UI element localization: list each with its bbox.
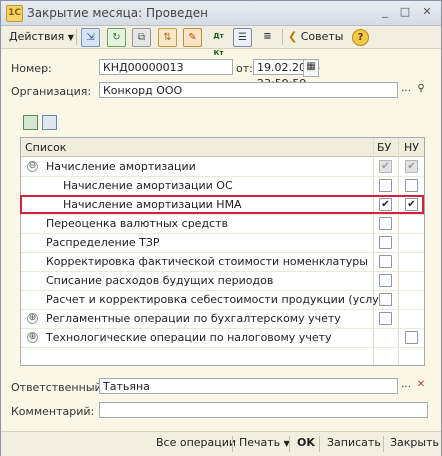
table-row[interactable]: Переоценка валютных средств	[21, 214, 424, 234]
table-row[interactable]: Корректировка фактической стоимости номе…	[21, 252, 424, 272]
row-label: Переоценка валютных средств	[46, 217, 228, 230]
list-icon[interactable]: ≡	[259, 28, 276, 45]
row-label: Регламентные операции по бухгалтерскому …	[46, 312, 341, 325]
bu-checkbox[interactable]	[379, 274, 392, 287]
column-header-bu: БУ	[377, 141, 392, 154]
bu-checkbox[interactable]	[379, 236, 392, 249]
responsible-field[interactable]: Татьяна	[99, 378, 398, 394]
close-icon[interactable]: ✕	[420, 5, 434, 19]
bottom-bar: Все операции Печать ▼ OK Записать Закрыт…	[1, 431, 441, 456]
dt-kt-icon[interactable]: Дт Кт	[209, 28, 228, 57]
copy-icon[interactable]: ⧉	[132, 28, 151, 47]
check-all-icon[interactable]	[23, 115, 38, 130]
bottom-separator	[319, 436, 320, 452]
document-window: 1С Закрытие месяца: Проведен _ □ ✕ Дейст…	[0, 0, 442, 456]
organization-label: Организация:	[11, 85, 92, 98]
minimize-icon[interactable]: _	[378, 5, 392, 19]
based-on-icon[interactable]: ✎	[183, 28, 202, 47]
expand-icon[interactable]: ⊕	[27, 332, 38, 343]
responsible-label: Ответственный:	[11, 381, 106, 394]
clear-icon[interactable]: ✕	[414, 378, 428, 394]
all-operations-button[interactable]: Все операции	[156, 436, 236, 449]
save-button[interactable]: Записать	[327, 436, 381, 449]
table-row[interactable]: Распределение ТЗР	[21, 233, 424, 253]
comment-field[interactable]	[99, 402, 428, 418]
nu-checkbox[interactable]: ✔	[405, 160, 418, 173]
table-row[interactable]: Начисление амортизации ОС	[21, 176, 424, 196]
help-icon[interactable]: ?	[352, 29, 369, 46]
column-header-list: Список	[25, 141, 67, 154]
selected-row-highlight	[20, 195, 424, 214]
bu-checkbox[interactable]	[379, 293, 392, 306]
post-document-icon[interactable]: ⇲	[81, 28, 100, 47]
app-icon: 1С	[6, 5, 23, 22]
toolbar-separator	[282, 29, 283, 45]
collapse-icon[interactable]: ⊖	[27, 161, 38, 172]
comment-label: Комментарий:	[11, 405, 95, 418]
toolbar: Действия ▼ ⇲ ↻ ⧉ ⇅ ✎ Дт Кт ☰ ≡ ❮ Советы …	[1, 26, 441, 57]
select-ellipsis-icon[interactable]: …	[399, 378, 413, 394]
nu-checkbox[interactable]	[405, 331, 418, 344]
ok-button[interactable]: OK	[297, 436, 315, 449]
bottom-separator	[232, 436, 233, 452]
table-row[interactable]: Списание расходов будущих периодов	[21, 271, 424, 291]
calendar-icon[interactable]: ▦	[303, 59, 319, 77]
number-label: Номер:	[11, 62, 52, 75]
print-label: Печать	[239, 436, 281, 449]
structure-icon[interactable]: ⇅	[158, 28, 177, 47]
bottom-separator	[383, 436, 384, 452]
search-icon[interactable]: ⚲	[414, 82, 428, 98]
row-label: Расчет и корректировка себестоимости про…	[46, 293, 389, 306]
row-label: Распределение ТЗР	[46, 236, 160, 249]
table-row[interactable]: Расчет и корректировка себестоимости про…	[21, 290, 424, 310]
column-header-nu: НУ	[404, 141, 419, 154]
row-label: Списание расходов будущих периодов	[46, 274, 274, 287]
maximize-icon[interactable]: □	[398, 5, 412, 19]
toolbar-separator	[76, 29, 77, 45]
advice-icon: ❮	[288, 30, 298, 43]
title-bar: 1С Закрытие месяца: Проведен _ □ ✕	[1, 1, 441, 26]
table-header: Список БУ НУ	[21, 138, 424, 157]
bottom-separator	[289, 436, 290, 452]
advice-label: Советы	[300, 30, 344, 43]
journal-icon[interactable]: ☰	[233, 28, 252, 47]
window-title: Закрытие месяца: Проведен	[27, 6, 208, 20]
bu-checkbox[interactable]	[379, 255, 392, 268]
row-label: Корректировка фактической стоимости номе…	[46, 255, 368, 268]
table-row[interactable]: ⊖ Начисление амортизации ✔ ✔	[21, 157, 424, 177]
actions-label: Действия	[9, 30, 65, 43]
uncheck-all-icon[interactable]	[42, 115, 57, 130]
refresh-icon[interactable]: ↻	[107, 28, 126, 47]
table-row[interactable]: ⊕ Регламентные операции по бухгалтерском…	[21, 309, 424, 329]
expand-icon[interactable]: ⊕	[27, 313, 38, 324]
actions-menu-button[interactable]: Действия ▼	[9, 28, 74, 45]
bu-checkbox[interactable]	[379, 179, 392, 192]
row-label: Технологические операции по налоговому у…	[46, 331, 332, 344]
close-button[interactable]: Закрыть	[390, 436, 439, 449]
number-field[interactable]: КНД00000013	[99, 59, 233, 75]
nu-checkbox[interactable]	[405, 179, 418, 192]
table-row[interactable]: ⊕ Технологические операции по налоговому…	[21, 328, 424, 348]
advice-button[interactable]: ❮ Советы	[288, 28, 343, 45]
bu-checkbox[interactable]	[379, 217, 392, 230]
bu-checkbox[interactable]	[379, 312, 392, 325]
date-label: от:	[236, 62, 253, 75]
operations-table: Список БУ НУ ⊖ Начисление амортизации ✔ …	[20, 137, 425, 366]
row-label: Начисление амортизации ОС	[63, 179, 233, 192]
row-label: Начисление амортизации	[46, 160, 196, 173]
chevron-down-icon: ▼	[67, 33, 74, 42]
print-button[interactable]: Печать ▼	[239, 436, 290, 449]
organization-field[interactable]: Конкорд ООО	[99, 82, 398, 98]
bu-checkbox[interactable]: ✔	[379, 160, 392, 173]
select-ellipsis-icon[interactable]: …	[399, 82, 413, 98]
